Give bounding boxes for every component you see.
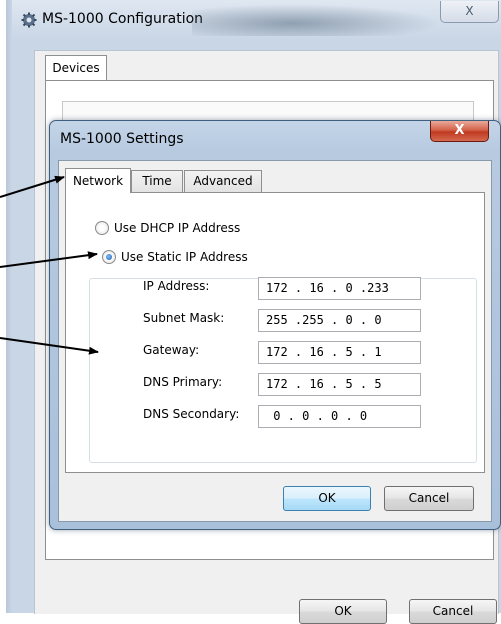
- dns-secondary-label: DNS Secondary:: [143, 407, 240, 421]
- settings-ok-button[interactable]: OK: [283, 486, 371, 511]
- configuration-ok-button[interactable]: OK: [299, 599, 387, 624]
- window-left-edge: [0, 0, 12, 613]
- configuration-cancel-button[interactable]: Cancel: [409, 599, 497, 624]
- dns-secondary-input[interactable]: 0 . 0 . 0 . 0: [258, 405, 421, 428]
- static-ip-radio-icon[interactable]: [102, 250, 116, 264]
- network-tab-panel: Use DHCP IP Address Use Static IP Addres…: [65, 192, 485, 473]
- dns-primary-input[interactable]: 172 . 16 . 5 . 5: [258, 373, 421, 396]
- tab-time[interactable]: Time: [131, 170, 183, 192]
- static-ip-option[interactable]: Use Static IP Address: [102, 248, 252, 266]
- dns-primary-label: DNS Primary:: [143, 375, 223, 389]
- static-ip-radio-label: Use Static IP Address: [121, 250, 248, 264]
- static-ip-group: [89, 278, 477, 463]
- ip-address-input[interactable]: 172 . 16 . 0 .233: [258, 277, 421, 300]
- settings-cancel-button[interactable]: Cancel: [384, 486, 474, 511]
- settings-dialog-title: MS-1000 Settings: [60, 131, 184, 147]
- dhcp-radio-icon[interactable]: [95, 221, 109, 235]
- subnet-mask-label: Subnet Mask:: [143, 311, 225, 325]
- gateway-input[interactable]: 172 . 16 . 5 . 1: [258, 341, 421, 364]
- tab-network[interactable]: Network: [65, 168, 131, 193]
- ip-address-label: IP Address:: [143, 279, 210, 293]
- configuration-window-title: MS-1000 Configuration: [42, 11, 204, 27]
- gateway-label: Gateway:: [143, 343, 200, 357]
- configuration-close-button[interactable]: X: [440, 1, 499, 23]
- settings-close-button[interactable]: X: [430, 121, 489, 142]
- close-icon: X: [465, 4, 474, 18]
- dhcp-radio-label: Use DHCP IP Address: [114, 221, 241, 235]
- subnet-mask-input[interactable]: 255 .255 . 0 . 0: [258, 309, 421, 332]
- settings-dialog: MS-1000 Settings X Network Time Advanced…: [49, 120, 501, 530]
- close-icon: X: [454, 123, 465, 138]
- tab-devices[interactable]: Devices: [45, 55, 107, 81]
- gear-app-icon: [21, 12, 37, 28]
- settings-dialog-body: Network Time Advanced Use DHCP IP Addres…: [58, 160, 492, 522]
- dhcp-option[interactable]: Use DHCP IP Address: [95, 219, 240, 237]
- tab-advanced[interactable]: Advanced: [184, 170, 262, 192]
- tab-devices-label: Devices: [52, 61, 100, 75]
- configuration-title-bar[interactable]: MS-1000 Configuration X: [12, 0, 501, 40]
- title-bar-glare: [192, 4, 442, 36]
